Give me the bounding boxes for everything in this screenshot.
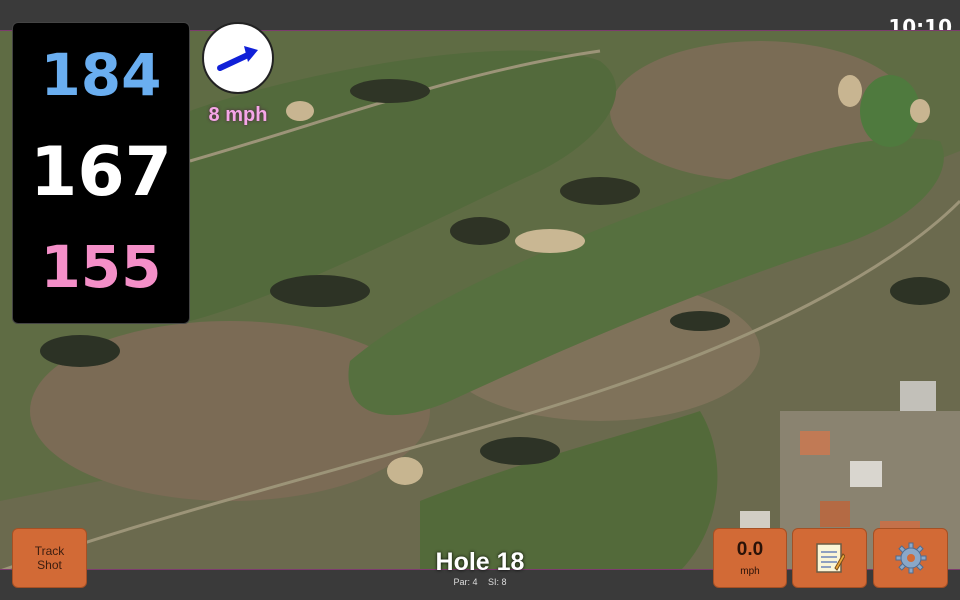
speed-unit: mph bbox=[740, 566, 760, 577]
distance-front: 155 bbox=[40, 233, 162, 301]
track-shot-label-line1: Track bbox=[34, 544, 65, 558]
distance-panel: 184 167 155 bbox=[12, 22, 190, 324]
speed-value: 0.0 bbox=[736, 539, 764, 560]
distance-back: 184 bbox=[40, 41, 162, 109]
speed-button[interactable]: 0.0 mph bbox=[713, 528, 787, 588]
wind-arrow-icon bbox=[217, 46, 258, 71]
hole-par: Par: 4 bbox=[453, 577, 478, 587]
gear-icon bbox=[895, 542, 926, 574]
notes-button[interactable] bbox=[792, 528, 867, 588]
settings-button[interactable] bbox=[873, 528, 948, 588]
track-shot-label-line2: Shot bbox=[37, 558, 62, 572]
hole-meta: Par: 4 SI: 8 bbox=[380, 577, 580, 587]
notepad-icon bbox=[815, 543, 845, 573]
wind-direction-dial bbox=[202, 22, 274, 94]
distance-middle: 167 bbox=[30, 133, 172, 212]
wind-speed-label: 8 mph bbox=[208, 104, 268, 126]
hole-stroke-index: SI: 8 bbox=[488, 577, 507, 587]
hole-title: Hole 18 bbox=[435, 548, 525, 576]
track-shot-button[interactable]: Track Shot bbox=[12, 528, 87, 588]
